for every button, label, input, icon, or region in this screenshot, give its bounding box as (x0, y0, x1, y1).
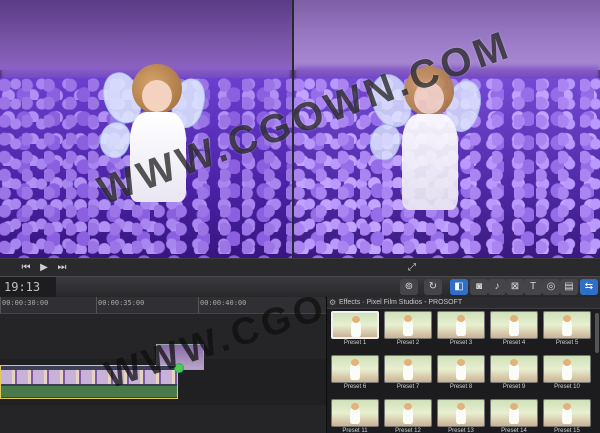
ruler-label: 00:00:40:00 (200, 299, 247, 307)
viewer: WWW.CGOWN.COM (0, 0, 600, 258)
preset-tile[interactable]: Preset 12 (384, 399, 432, 433)
preset-thumbnail (331, 311, 379, 339)
next-frame-icon[interactable]: ⏭ (54, 261, 70, 274)
preset-label: Preset 7 (396, 384, 420, 390)
preset-thumbnail (437, 399, 485, 427)
preset-label: Preset 14 (501, 428, 527, 433)
preset-label: Preset 15 (554, 428, 580, 433)
preset-label: Preset 4 (502, 340, 526, 346)
preset-tile[interactable]: Preset 7 (384, 355, 432, 391)
preset-thumbnail (490, 355, 538, 383)
preset-tile[interactable]: Preset 3 (437, 311, 485, 347)
transitions-icon[interactable]: ⊠ (506, 279, 524, 295)
preset-tile[interactable]: Preset 6 (331, 355, 379, 391)
fcp-window: WWW.CGOWN.COM ⏮ ▶ ⏭ ⤢ 19:13 ⊚ ↻ ◧ ◙ ♪ ⊠ T ◎ ▤ ⇆ 0… (0, 0, 600, 433)
preset-label: Preset 10 (554, 384, 580, 390)
preset-tile[interactable]: Preset 4 (490, 311, 538, 347)
preset-label: Preset 1 (343, 340, 367, 346)
preset-tile[interactable]: Preset 9 (490, 355, 538, 391)
preset-label: Preset 5 (555, 340, 579, 346)
preset-tile[interactable]: Preset 10 (543, 355, 591, 391)
preset-thumbnail (331, 399, 379, 427)
previous-frame-icon[interactable]: ⏮ (18, 261, 34, 274)
preset-thumbnail (437, 355, 485, 383)
preset-thumbnail (490, 399, 538, 427)
clip-audio-waveform (1, 386, 177, 397)
transport-bar: ⏮ ▶ ⏭ ⤢ (0, 258, 600, 277)
effects-browser-icon[interactable]: ◧ (450, 279, 468, 295)
preset-tile[interactable]: Preset 14 (490, 399, 538, 433)
effects-browser: ⚙ Effects · Pixel Film Studios - PROSOFT… (326, 297, 600, 433)
preset-thumbnail (384, 311, 432, 339)
gear-icon[interactable]: ⚙ (329, 297, 336, 309)
preset-thumbnail (384, 355, 432, 383)
preset-label: Preset 3 (449, 340, 473, 346)
audio-knob-icon[interactable]: ⊚ (400, 279, 418, 295)
ruler-label: 00:00:30:00 (2, 299, 49, 307)
preset-label: Preset 9 (502, 384, 526, 390)
ruler-label: 00:00:35:00 (98, 299, 145, 307)
view-options-icon[interactable]: ⇆ (580, 279, 598, 295)
timeline[interactable]: 00:00:30:00 00:00:35:00 00:00:40:00 WWW.… (0, 297, 326, 433)
photo-icon[interactable]: ◙ (470, 279, 488, 295)
preset-thumbnail (543, 355, 591, 383)
preset-thumbnail (437, 311, 485, 339)
preset-tile[interactable]: Preset 11 (331, 399, 379, 433)
preset-tile[interactable]: Preset 8 (437, 355, 485, 391)
preset-tile[interactable]: Preset 1 (331, 311, 379, 347)
preset-thumbnail (543, 311, 591, 339)
preset-tile[interactable]: Preset 15 (543, 399, 591, 433)
music-icon[interactable]: ♪ (488, 279, 506, 295)
preset-label: Preset 12 (395, 428, 421, 433)
titles-icon[interactable]: T (524, 279, 542, 295)
preset-label: Preset 6 (343, 384, 367, 390)
preset-tile[interactable]: Preset 5 (543, 311, 591, 347)
main-toolbar: 19:13 ⊚ ↻ ◧ ◙ ♪ ⊠ T ◎ ▤ ⇆ (0, 276, 600, 298)
preset-thumbnail (543, 399, 591, 427)
fullscreen-icon[interactable]: ⤢ (406, 262, 418, 273)
effects-scrollbar[interactable] (595, 313, 599, 353)
preset-thumbnail (331, 355, 379, 383)
effects-header-label: Effects · Pixel Film Studios - PROSOFT (339, 299, 463, 306)
themes-icon[interactable]: ▤ (560, 279, 578, 295)
preset-thumbnail (384, 399, 432, 427)
preset-thumbnail (490, 311, 538, 339)
retime-icon[interactable]: ↻ (424, 279, 442, 295)
preset-label: Preset 8 (449, 384, 473, 390)
preset-tile[interactable]: Preset 2 (384, 311, 432, 347)
play-icon[interactable]: ▶ (36, 261, 52, 274)
preset-tile[interactable]: Preset 13 (437, 399, 485, 433)
effects-header: ⚙ Effects · Pixel Film Studios - PROSOFT (327, 297, 600, 309)
preset-label: Preset 2 (396, 340, 420, 346)
preset-label: Preset 13 (448, 428, 474, 433)
preset-label: Preset 11 (342, 428, 368, 433)
timecode-display: 19:13 (0, 277, 56, 297)
generators-icon[interactable]: ◎ (542, 279, 560, 295)
